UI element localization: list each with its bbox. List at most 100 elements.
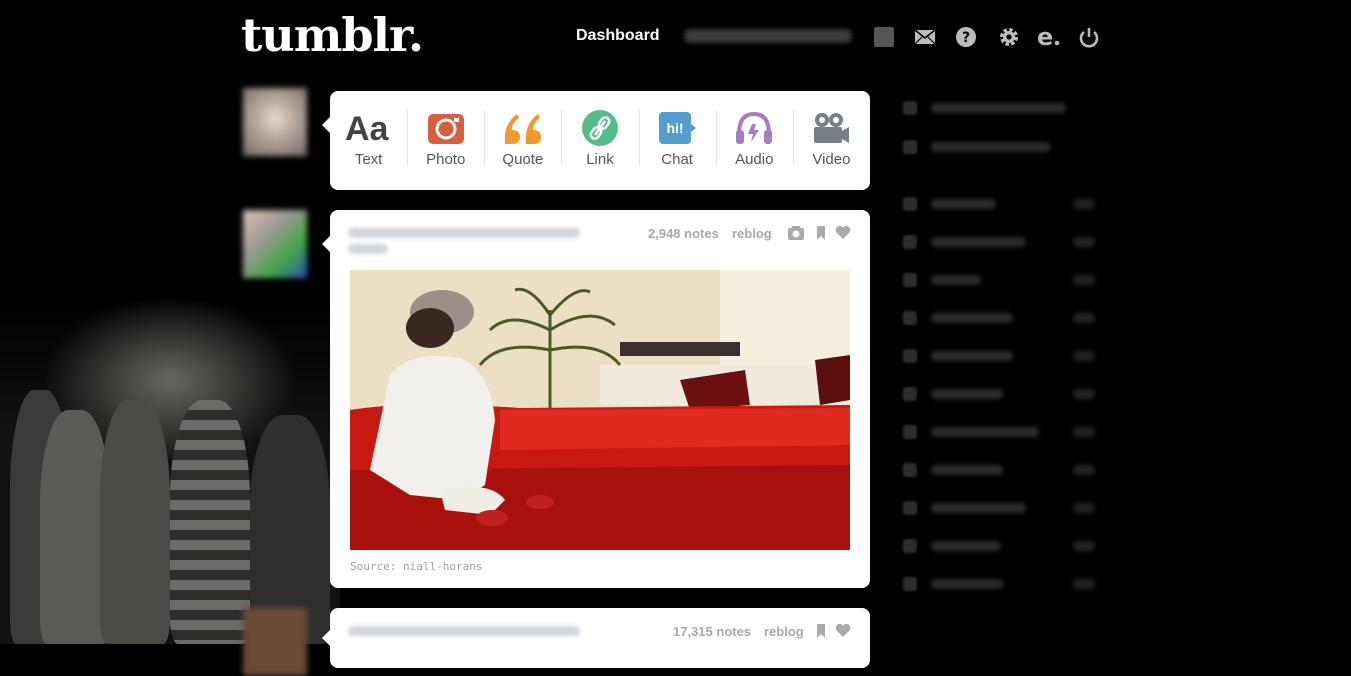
post-type-photo[interactable]: Photo: [407, 91, 484, 190]
background-art: [0, 300, 340, 644]
user-icon[interactable]: [872, 25, 896, 49]
help-icon[interactable]: ?: [954, 25, 978, 49]
sidebar-item[interactable]: [903, 538, 1095, 554]
sidebar-item[interactable]: [903, 348, 1095, 364]
sidebar-item-count: [1073, 237, 1095, 247]
post-type-text[interactable]: Aa Text: [330, 91, 407, 190]
sidebar-item[interactable]: [903, 500, 1095, 516]
sidebar-item[interactable]: [903, 272, 1095, 288]
post-photo[interactable]: [350, 270, 850, 550]
svg-text:Aa: Aa: [345, 110, 390, 146]
sidebar-item-count: [1073, 427, 1095, 437]
sidebar-item-label: [931, 579, 1003, 589]
bookmark-icon[interactable]: [816, 225, 826, 246]
e-icon[interactable]: e: [1037, 23, 1061, 51]
svg-text:hi!: hi!: [667, 120, 684, 136]
sidebar-item-label: [931, 503, 1026, 513]
sidebar-item[interactable]: [903, 310, 1095, 326]
sidebar-item-icon: [903, 235, 917, 249]
reblog-button[interactable]: reblog: [732, 226, 772, 241]
heart-icon[interactable]: [835, 623, 851, 643]
post-author-blurred: [348, 228, 580, 238]
sidebar-item-icon: [903, 140, 917, 154]
post-type-pointer: [322, 117, 330, 133]
sidebar-item-label: [931, 389, 1003, 399]
sidebar-item[interactable]: [903, 234, 1095, 250]
sidebar-item-count: [1073, 579, 1095, 589]
post-type-audio[interactable]: Audio: [715, 91, 793, 190]
bookmark-icon[interactable]: [816, 623, 826, 644]
post-type-label: Video: [812, 151, 851, 168]
sidebar-item-label: [931, 465, 1003, 475]
camera-icon[interactable]: [787, 225, 805, 246]
post-type-link[interactable]: Link: [561, 91, 638, 190]
sidebar-item-count: [1073, 351, 1095, 361]
notes-count[interactable]: 17,315 notes: [673, 624, 751, 639]
sidebar-item-label: [931, 427, 1039, 437]
sidebar-item[interactable]: [903, 139, 1051, 155]
sidebar-item[interactable]: [903, 386, 1095, 402]
sidebar-item-count: [1073, 199, 1095, 209]
quote-icon: [501, 109, 545, 147]
sidebar-item-icon: [903, 387, 917, 401]
post-source[interactable]: Source: niall-horans: [350, 560, 482, 573]
sidebar-item[interactable]: [903, 462, 1095, 478]
sidebar-item-icon: [903, 311, 917, 325]
post-type-video[interactable]: Video: [792, 91, 870, 190]
post-author-blurred: [348, 626, 580, 636]
post-type-quote[interactable]: Quote: [484, 91, 561, 190]
svg-text:e: e: [1037, 25, 1053, 49]
svg-text:?: ?: [962, 30, 970, 46]
reblog-button[interactable]: reblog: [764, 624, 804, 639]
sidebar-item-label: [931, 199, 996, 209]
sidebar-item[interactable]: [903, 576, 1095, 592]
photo-scene: [350, 270, 850, 550]
video-camera-icon: [811, 109, 851, 147]
tumblr-logo[interactable]: tumblr.: [241, 8, 424, 62]
post-avatar[interactable]: [243, 210, 307, 278]
post-type-selector: Aa Text Photo Quote Link hi! Chat Audio: [322, 91, 870, 190]
sidebar-item-icon: [903, 463, 917, 477]
sidebar-item-label: [931, 313, 1013, 323]
sidebar-item-icon: [903, 101, 917, 115]
post-type-label: Photo: [426, 151, 466, 168]
gear-icon[interactable]: [997, 25, 1021, 49]
sidebar-item[interactable]: [903, 100, 1066, 116]
nav-dashboard-link[interactable]: Dashboard: [576, 27, 660, 45]
sidebar-item-count: [1073, 313, 1095, 323]
mail-icon[interactable]: [913, 25, 937, 49]
post-type-label: Text: [354, 151, 383, 168]
sidebar-item-label: [931, 541, 1001, 551]
sidebar-item[interactable]: [903, 424, 1095, 440]
post-type-chat[interactable]: hi! Chat: [638, 91, 716, 190]
sidebar-item-label: [931, 142, 1051, 152]
post-pointer: [322, 236, 330, 252]
user-avatar[interactable]: [243, 88, 307, 156]
sidebar-item-count: [1073, 541, 1095, 551]
nav-blurred-text: [684, 29, 852, 43]
camera-icon: [427, 109, 465, 147]
post-card: 2,948 notes reblog Source: niall-horans: [322, 210, 870, 588]
sidebar-item-label: [931, 237, 1026, 247]
sidebar-item[interactable]: [903, 196, 1095, 212]
post-avatar[interactable]: [243, 608, 307, 676]
sidebar-item-icon: [903, 349, 917, 363]
notes-count[interactable]: 2,948 notes: [648, 226, 719, 241]
sidebar-item-icon: [903, 501, 917, 515]
post-type-label: Chat: [661, 151, 693, 168]
text-icon: Aa: [345, 109, 393, 147]
heart-icon[interactable]: [835, 225, 851, 245]
background-figure: [170, 400, 250, 644]
sidebar-item-icon: [903, 539, 917, 553]
link-icon: [581, 109, 619, 147]
sidebar-item-label: [931, 103, 1066, 113]
background-figure: [100, 400, 170, 644]
post-type-label: Link: [586, 151, 614, 168]
post-type-label: Quote: [502, 151, 544, 168]
sidebar-item-count: [1073, 465, 1095, 475]
post-author-blurred: [348, 244, 388, 254]
sidebar-item-icon: [903, 577, 917, 591]
power-icon[interactable]: [1077, 25, 1101, 49]
post-type-label: Audio: [735, 151, 774, 168]
sidebar-item-icon: [903, 425, 917, 439]
